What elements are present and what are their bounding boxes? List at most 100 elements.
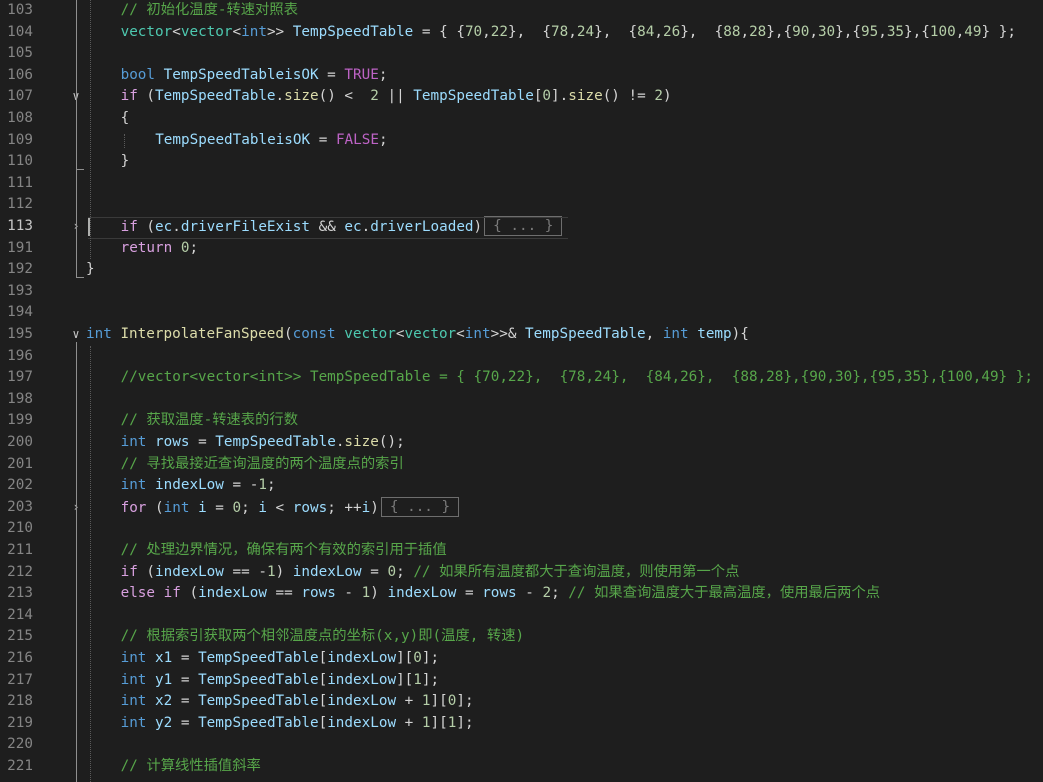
code-line[interactable]: 195 ∨ int InterpolateFanSpeed(const vector…	[0, 324, 1043, 346]
code-text[interactable]: // 获取温度-转速表的行数	[121, 410, 298, 432]
code-line[interactable]: 218 int x2 = TempSpeedTable[indexLow + 1]…	[0, 691, 1043, 713]
code-line[interactable]: 112	[0, 194, 1043, 216]
code-token: TRUE	[344, 66, 379, 83]
code-line[interactable]: 110}	[0, 151, 1043, 173]
code-line[interactable]: 211 // 处理边界情况，确保有两个有效的索引用于插值	[0, 540, 1043, 562]
code-text[interactable]: return 0;	[121, 238, 198, 260]
code-line[interactable]: 217 int y1 = TempSpeedTable[indexLow][1];	[0, 670, 1043, 692]
code-text[interactable]: else if (indexLow == rows - 1) indexLow …	[121, 583, 880, 605]
code-token: ;	[241, 499, 259, 516]
code-text[interactable]: if (indexLow == -1) indexLow = 0; // 如果所…	[121, 562, 740, 584]
code-text[interactable]: if (TempSpeedTable.size() < 2 || TempSpe…	[121, 86, 672, 108]
code-token: +	[396, 714, 422, 731]
code-text[interactable]: int InterpolateFanSpeed(const vector<vec…	[86, 324, 749, 346]
code-line[interactable]: 104 vector<vector<int>> TempSpeedTable = …	[0, 22, 1043, 44]
code-text[interactable]: int y2 = TempSpeedTable[indexLow + 1][1]…	[121, 713, 474, 735]
code-line[interactable]: 202 int indexLow = -1;	[0, 475, 1043, 497]
code-token: FALSE	[335, 131, 379, 148]
code-token: bool	[120, 66, 156, 83]
text-caret	[88, 218, 90, 236]
code-text[interactable]: // 根据索引获取两个相邻温度点的坐标(x,y)即(温度, 转速)	[121, 626, 525, 648]
code-token: 1	[258, 477, 267, 494]
code-token: ,	[654, 23, 663, 40]
code-line[interactable]: 220	[0, 734, 1043, 756]
code-line[interactable]: 214	[0, 605, 1043, 627]
code-text[interactable]: // 计算线性插值斜率	[121, 756, 261, 778]
code-line[interactable]: 219 int y2 = TempSpeedTable[indexLow + 1]…	[0, 713, 1043, 735]
code-token: () <	[318, 88, 371, 105]
code-text[interactable]: // 寻找最接近查询温度的两个温度点的索引	[121, 454, 404, 476]
line-number: 196	[7, 347, 33, 364]
code-text[interactable]: {	[121, 108, 130, 130]
code-line[interactable]: 111	[0, 173, 1043, 195]
code-line[interactable]: 108 {	[0, 108, 1043, 130]
code-token: // 计算线性插值斜率	[120, 758, 261, 774]
code-token: TempSpeedTable	[198, 714, 319, 731]
code-text[interactable]: int indexLow = -1;	[121, 475, 276, 497]
code-token: 78	[551, 23, 569, 40]
code-token: }, {	[594, 23, 638, 40]
line-number: 201	[7, 455, 33, 472]
code-text[interactable]: int y1 = TempSpeedTable[indexLow][1];	[121, 670, 440, 692]
line-number: 214	[7, 606, 33, 623]
code-token: int	[662, 326, 689, 342]
code-line[interactable]: 216 int x1 = TempSpeedTable[indexLow][0];	[0, 648, 1043, 670]
code-line[interactable]: 192}	[0, 259, 1043, 281]
code-line[interactable]: 105	[0, 43, 1043, 65]
code-line[interactable]: 212 if (indexLow == -1) indexLow = 0; // …	[0, 562, 1043, 584]
code-line[interactable]: 203 › for (int i = 0; i < rows; ++i){ ... …	[0, 496, 1043, 519]
code-line[interactable]: 213 else if (indexLow == rows - 1) indexL…	[0, 583, 1043, 605]
code-text[interactable]: //vector<vector<int>> TempSpeedTable = {…	[121, 367, 1033, 389]
code-line[interactable]: 210	[0, 518, 1043, 540]
code-line[interactable]: 193	[0, 281, 1043, 303]
line-number: 109	[7, 131, 33, 148]
code-line[interactable]: 107 ∨ if (TempSpeedTable.size() < 2 || Tem…	[0, 86, 1043, 108]
code-text[interactable]: }	[86, 259, 95, 281]
code-text[interactable]: int x1 = TempSpeedTable[indexLow][0];	[121, 648, 440, 670]
code-line[interactable]: 215 // 根据索引获取两个相邻温度点的坐标(x,y)即(温度, 转速)	[0, 626, 1043, 648]
line-number: 212	[7, 563, 33, 580]
code-token: =	[189, 434, 216, 450]
code-line[interactable]: 109 TempSpeedTableisOK = FALSE;	[0, 130, 1043, 152]
line-number: 104	[7, 23, 33, 40]
line-number: 110	[7, 153, 33, 170]
code-token: ; ++	[327, 499, 362, 516]
code-token: [	[318, 671, 328, 688]
code-line[interactable]: 201 // 寻找最接近查询温度的两个温度点的索引	[0, 454, 1043, 476]
code-line[interactable]: 194	[0, 302, 1043, 324]
code-line[interactable]: 196	[0, 346, 1043, 368]
code-text[interactable]: vector<vector<int>> TempSpeedTable = { {…	[121, 22, 1016, 44]
code-text[interactable]: // 初始化温度-转速对照表	[121, 0, 298, 22]
code-line[interactable]: 103 // 初始化温度-转速对照表	[0, 0, 1043, 22]
code-text[interactable]: // 处理边界情况，确保有两个有效的索引用于插值	[121, 540, 447, 562]
code-token: indexLow	[155, 477, 224, 494]
code-text[interactable]: TempSpeedTableisOK = FALSE;	[155, 130, 387, 152]
code-line[interactable]: 199 // 获取温度-转速表的行数	[0, 410, 1043, 432]
code-token: ];	[456, 693, 474, 710]
code-token: >>	[266, 23, 293, 40]
code-token: ][	[430, 714, 448, 731]
code-token: int	[120, 434, 147, 450]
code-token: int	[464, 326, 491, 342]
code-text[interactable]: int rows = TempSpeedTable.size();	[121, 432, 405, 454]
code-text[interactable]: for (int i = 0; i < rows; ++i){ ... }	[121, 496, 460, 519]
collapsed-region-ellipsis[interactable]: { ... }	[380, 496, 460, 517]
code-token: i	[258, 499, 267, 516]
code-token: int	[120, 650, 147, 666]
code-editor[interactable]: 103 // 初始化温度-转速对照表 104 vector<vector<int>> …	[0, 0, 1043, 782]
code-line[interactable]: 191 return 0;	[0, 238, 1043, 260]
code-line[interactable]: 200 int rows = TempSpeedTable.size();	[0, 432, 1043, 454]
code-line[interactable]: 198	[0, 389, 1043, 411]
line-number: 107	[7, 88, 33, 105]
code-text[interactable]: int x2 = TempSpeedTable[indexLow + 1][0]…	[121, 691, 474, 713]
code-line[interactable]: 106 bool TempSpeedTableisOK = TRUE;	[0, 65, 1043, 87]
line-number: 197	[7, 369, 33, 386]
code-text[interactable]: }	[121, 151, 130, 173]
code-text[interactable]: bool TempSpeedTableisOK = TRUE;	[121, 65, 388, 87]
code-line[interactable]: 197 //vector<vector<int>> TempSpeedTable …	[0, 367, 1043, 389]
code-line[interactable]: 221 // 计算线性插值斜率	[0, 756, 1043, 778]
code-token: y1	[155, 671, 173, 688]
